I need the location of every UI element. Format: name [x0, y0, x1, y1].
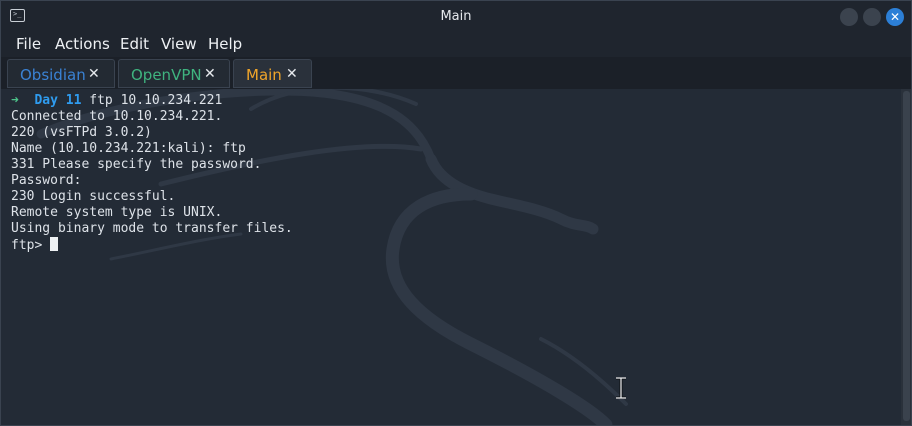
- command-text: ftp 10.10.234.221: [89, 93, 223, 108]
- output-line: 220 (vsFTPd 3.0.2): [11, 125, 152, 140]
- tab-openvpn-label: OpenVPN: [131, 66, 202, 84]
- tab-main[interactable]: Main ✕: [233, 59, 312, 88]
- output-line: Connected to 10.10.234.221.: [11, 109, 223, 124]
- maximize-button[interactable]: [863, 8, 881, 26]
- tab-main-close-icon[interactable]: ✕: [286, 66, 298, 82]
- scrollbar-thumb[interactable]: [903, 91, 910, 421]
- ibeam-cursor-icon: [616, 377, 626, 399]
- output-line: Using binary mode to transfer files.: [11, 221, 293, 236]
- vertical-scrollbar[interactable]: [901, 89, 911, 425]
- output-line: Remote system type is UNIX.: [11, 205, 223, 220]
- tab-obsidian-close-icon[interactable]: ✕: [88, 66, 100, 82]
- tab-obsidian[interactable]: Obsidian ✕: [7, 59, 115, 88]
- title-bar[interactable]: >_ Main ✕: [1, 1, 911, 31]
- menu-bar: File Actions Edit View Help: [1, 31, 911, 57]
- tab-bar: Obsidian ✕ OpenVPN ✕ Main ✕: [1, 57, 911, 90]
- menu-edit[interactable]: Edit: [120, 35, 149, 53]
- window-title: Main: [440, 9, 472, 24]
- terminal-output-area[interactable]: ➜ Day 11 ftp 10.10.234.221 Connected to 1…: [1, 89, 911, 425]
- text-cursor: [50, 237, 59, 251]
- close-icon: ✕: [889, 10, 901, 24]
- output-line: 331 Please specify the password.: [11, 157, 262, 172]
- tab-openvpn-close-icon[interactable]: ✕: [204, 66, 216, 82]
- output-line: Name (10.10.234.221:kali): ftp: [11, 141, 246, 156]
- prompt-line: ➜ Day 11 ftp 10.10.234.221: [11, 93, 293, 109]
- ftp-prompt-line[interactable]: ftp>: [11, 237, 293, 254]
- menu-file[interactable]: File: [16, 35, 41, 53]
- tab-openvpn[interactable]: OpenVPN ✕: [118, 59, 230, 88]
- prompt-arrow-icon: ➜: [11, 93, 19, 108]
- terminal-window: >_ Main ✕ File Actions Edit View Help Ob…: [0, 0, 912, 426]
- tab-obsidian-label: Obsidian: [20, 66, 86, 84]
- menu-view[interactable]: View: [161, 35, 197, 53]
- menu-actions[interactable]: Actions: [55, 35, 110, 53]
- terminal-text: ➜ Day 11 ftp 10.10.234.221 Connected to 1…: [11, 93, 293, 254]
- tab-main-label: Main: [246, 66, 282, 84]
- minimize-button[interactable]: [840, 8, 858, 26]
- menu-help[interactable]: Help: [208, 35, 242, 53]
- prompt-directory: Day 11: [34, 93, 82, 108]
- output-line: Password:: [11, 173, 82, 188]
- ftp-prompt: ftp>: [11, 238, 51, 253]
- close-window-button[interactable]: ✕: [886, 8, 904, 26]
- output-line: 230 Login successful.: [11, 189, 176, 204]
